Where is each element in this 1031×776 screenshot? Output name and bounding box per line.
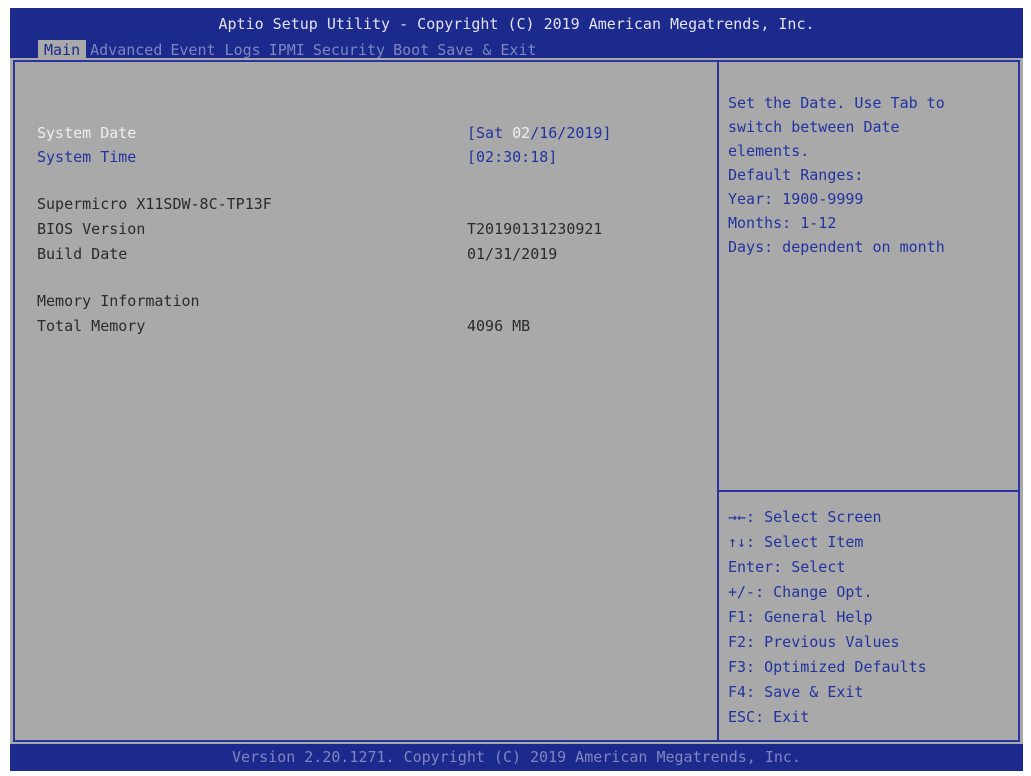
- help-description-line: elements.: [728, 142, 810, 160]
- total-memory-value: 4096 MB: [467, 317, 531, 335]
- bios-version-value: T20190131230921: [467, 220, 603, 238]
- key-hint-f1: F1: General Help: [728, 608, 873, 626]
- key-hint-select-screen: →←: Select Screen: [728, 508, 882, 526]
- help-divider: [719, 490, 1018, 492]
- help-description-line: Year: 1900-9999: [728, 190, 864, 208]
- system-time-label: System Time: [37, 148, 137, 166]
- system-date-suffix: /16/2019]: [530, 124, 612, 142]
- help-description-line: Default Ranges:: [728, 166, 864, 184]
- footer-bar: Version 2.20.1271. Copyright (C) 2019 Am…: [10, 744, 1023, 771]
- version-footer: Version 2.20.1271. Copyright (C) 2019 Am…: [232, 748, 801, 766]
- help-panel: Set the Date. Use Tab to switch between …: [717, 60, 1020, 742]
- board-model-text: Supermicro X11SDW-8C-TP13F: [37, 195, 272, 213]
- help-description-line: Set the Date. Use Tab to: [728, 94, 945, 112]
- system-date-month[interactable]: 02: [512, 124, 530, 142]
- main-settings-panel: System Date [Sat 02/16/2019] System Time…: [13, 60, 719, 742]
- bios-screen: Aptio Setup Utility - Copyright (C) 2019…: [10, 8, 1023, 771]
- build-date-label: Build Date: [37, 245, 128, 263]
- key-hint-enter: Enter: Select: [728, 558, 846, 576]
- app-title: Aptio Setup Utility - Copyright (C) 2019…: [218, 15, 815, 33]
- tab-advanced[interactable]: Advanced: [86, 40, 166, 60]
- menu-bar: Main Advanced Event Logs IPMI Security B…: [38, 40, 541, 60]
- key-hint-f4: F4: Save & Exit: [728, 683, 864, 701]
- tab-save-exit[interactable]: Save & Exit: [433, 40, 540, 60]
- help-description-line: switch between Date: [728, 118, 900, 136]
- key-hint-f2: F2: Previous Values: [728, 633, 900, 651]
- tab-event-logs[interactable]: Event Logs: [166, 40, 264, 60]
- system-time-value[interactable]: [02:30:18]: [467, 148, 557, 166]
- key-hint-esc: ESC: Exit: [728, 708, 810, 726]
- total-memory-label: Total Memory: [37, 317, 146, 335]
- tab-ipmi[interactable]: IPMI: [265, 40, 309, 60]
- tab-security[interactable]: Security: [309, 40, 389, 60]
- bios-version-label: BIOS Version: [37, 220, 146, 238]
- total-memory-row: Total Memory 4096 MB: [37, 317, 530, 389]
- tab-boot[interactable]: Boot: [389, 40, 433, 60]
- system-date-prefix: [Sat: [467, 124, 513, 142]
- title-bar: Aptio Setup Utility - Copyright (C) 2019…: [10, 8, 1023, 60]
- build-date-value: 01/31/2019: [467, 245, 558, 263]
- help-description-line: Months: 1-12: [728, 214, 837, 232]
- tab-main[interactable]: Main: [38, 40, 87, 60]
- memory-heading: Memory Information: [37, 292, 200, 310]
- system-date-label: System Date: [37, 124, 137, 142]
- help-description-line: Days: dependent on month: [728, 238, 945, 256]
- key-hint-change-opt: +/-: Change Opt.: [728, 583, 873, 601]
- system-date-value[interactable]: [Sat 02/16/2019]: [467, 124, 612, 142]
- key-hint-f3: F3: Optimized Defaults: [728, 658, 927, 676]
- key-hint-select-item: ↑↓: Select Item: [728, 533, 864, 551]
